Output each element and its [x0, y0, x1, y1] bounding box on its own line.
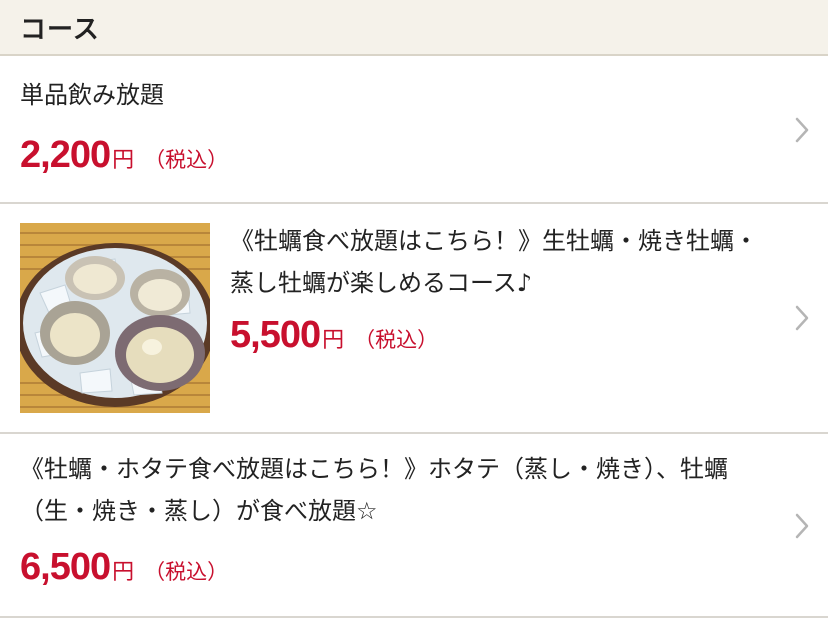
price-value: 2,200: [20, 134, 111, 176]
course-item-1[interactable]: 単品飲み放題 2,200 円 （税込）: [0, 56, 828, 204]
chevron-right-icon: [795, 305, 809, 331]
course-title: 単品飲み放題: [20, 81, 164, 109]
chevron-right-icon: [795, 117, 809, 143]
price-value: 6,500: [20, 546, 111, 588]
price-currency: 円: [112, 148, 135, 173]
price-currency: 円: [322, 328, 345, 353]
price-tax-note: （税込）: [354, 328, 439, 352]
course-title: 《牡蠣・ホタテ食べ放題はこちら！》ホタテ（蒸し・焼き）、牡蠣（生・焼き・蒸し）が…: [20, 455, 728, 525]
section-title: コース: [20, 14, 100, 45]
chevron-right-icon: [795, 513, 809, 539]
oysters-on-ice-photo[interactable]: [20, 223, 210, 413]
price-currency: 円: [112, 560, 135, 585]
price-value: 5,500: [230, 314, 321, 356]
price-tax-note: （税込）: [144, 560, 229, 584]
course-item-3[interactable]: 《牡蠣・ホタテ食べ放題はこちら！》ホタテ（蒸し・焼き）、牡蠣（生・焼き・蒸し）が…: [0, 434, 828, 618]
price-tax-note: （税込）: [144, 148, 229, 172]
course-price: 2,200 円 （税込）: [20, 134, 228, 177]
course-price: 6,500 円 （税込）: [20, 546, 228, 589]
course-title: 《牡蠣食べ放題はこちら！》生牡蠣・焼き牡蠣・蒸し牡蠣が楽しめるコース♪: [230, 227, 758, 297]
section-header: コース: [0, 0, 828, 56]
course-item-2[interactable]: 《牡蠣食べ放題はこちら！》生牡蠣・焼き牡蠣・蒸し牡蠣が楽しめるコース♪ 5,50…: [0, 204, 828, 434]
course-price: 5,500 円 （税込）: [230, 314, 438, 357]
